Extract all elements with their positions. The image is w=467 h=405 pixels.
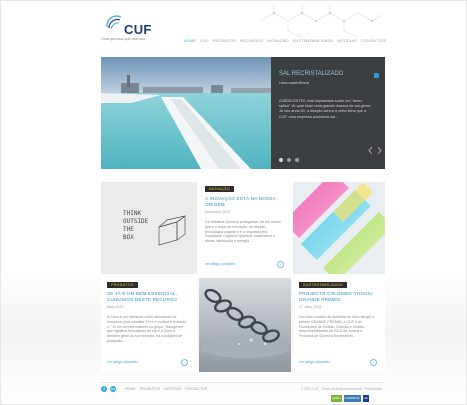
footer-link-contacts[interactable]: CONTACTOS [185,387,207,391]
slider-prev-icon[interactable] [367,146,374,155]
brand-tagline: Uma química que nos une [101,37,146,41]
products-tag: PRODUTOS [107,282,138,288]
footer-link-products[interactable]: PRODUTOS [140,387,160,391]
slider-dot[interactable] [287,158,291,162]
read-more-icon[interactable]: › [277,261,284,268]
test-tubes-image [293,182,385,274]
footer-link-news[interactable]: NOTÍCIAS [164,387,181,391]
molecule-decoration-icon [259,5,383,38]
hero-slider: SAL RECRISTALIZADO Uma experiência A BEN… [101,57,385,169]
slider-dots [279,158,299,162]
products-card[interactable]: PRODUTOS SE JÁ É UM BEM ESSENCIAL, CUIDA… [101,278,197,372]
products-more-link[interactable]: ver artigo completo [107,360,138,364]
products-text: A Cloro é um elemento muito abundante na… [107,315,187,343]
think-line: THE [123,226,134,233]
hero-subtitle: Uma experiência [279,80,310,85]
nav-item-innovation[interactable]: INOVAÇÃO [267,38,288,43]
logo-swirl-icon [106,15,122,30]
innovation-text: Da Indústria Química portuguesa, há um m… [205,220,281,244]
hero-title: SAL RECRISTALIZADO [279,71,344,77]
sustainability-text: Um novo modelo de auditoria de risco ati… [299,315,375,339]
slider-dot[interactable] [295,158,299,162]
think-line: BOX [123,234,134,241]
slider-dot[interactable] [279,158,283,162]
nav-item-resources[interactable]: RECURSOS [240,38,263,43]
compete-badge[interactable]: COMPETE [343,395,361,402]
nav-item-news[interactable]: NOTÍCIAS [337,38,357,43]
innovation-card[interactable]: INOVAÇÃO A INOVAÇÃO ESTÁ NA NOSSA ORIGEM… [199,182,291,274]
main-nav: HOME CUF PRODUTOS RECURSOS INOVAÇÃO SUST… [184,38,386,43]
nav-item-products[interactable]: PRODUTOS [213,38,236,43]
slider-next-icon[interactable] [376,146,383,155]
eu-badge[interactable]: UE [362,395,369,402]
footer-link-home[interactable]: HOME [125,387,136,391]
test-tubes-card[interactable] [293,182,385,274]
think-outside-text: THINK OUTSIDE THE BOX [123,210,148,242]
think-outside-card[interactable]: THINK OUTSIDE THE BOX [101,182,197,274]
products-title[interactable]: SE JÁ É UM BEM ESSENCIAL, CUIDAMOS DESTE… [107,291,189,303]
nav-item-cuf[interactable]: CUF [200,38,208,43]
sustainability-card[interactable]: SUSTENTABILIDADE PROJECTO COLOMBO ATINGI… [293,278,385,372]
nav-item-sustainability[interactable]: SUSTENTABILIDADE [293,38,334,43]
funding-badges: QREN COMPETE UE [331,395,369,402]
read-more-icon[interactable]: › [181,359,188,366]
think-outside-box-image [158,215,186,246]
sustainability-tag: SUSTENTABILIDADE [299,282,348,288]
think-line: THINK [123,210,142,217]
hero-text-panel: SAL RECRISTALIZADO Uma experiência A BEN… [271,57,385,169]
facebook-icon[interactable]: f [101,386,107,392]
think-line: OUTSIDE [123,218,149,225]
sustainability-title[interactable]: PROJECTO COLOMBO ATINGIU GRANDE PRÉMIO [299,291,377,303]
hero-text: A BENDOSTEK está implantada sobre um "do… [279,99,372,119]
products-date: Maio 2013 [107,305,124,309]
footer-nav: HOME PRODUTOS NOTÍCIAS CONTACTOS [125,387,207,391]
chain-water-image [199,278,291,372]
nav-item-contacts[interactable]: CONTACTOS [361,38,386,43]
footer-divider [101,382,385,383]
innovation-title[interactable]: A INOVAÇÃO ESTÁ NA NOSSA ORIGEM [205,196,283,208]
chain-card[interactable] [199,278,291,372]
linkedin-icon[interactable]: in [110,386,116,392]
page: CUF Uma química que nos une HOME CUF PRO… [0,0,467,405]
hero-salt-lake-image [101,57,271,169]
brand-name: CUF [124,22,152,37]
innovation-tag: INOVAÇÃO [205,186,235,192]
read-more-icon[interactable]: › [370,359,377,366]
sustainability-date: 17 Julho 2013 [299,305,321,309]
qren-badge[interactable]: QREN [331,395,342,402]
footer-copyright: © 2013 CUF - Todos os direitos reservado… [301,387,382,391]
sustainability-more-link[interactable]: ver artigo completo [299,360,330,364]
innovation-date: Dezembro 2013 [205,210,230,214]
nav-item-home[interactable]: HOME [184,38,196,43]
innovation-more-link[interactable]: ver artigo completo [205,262,236,266]
hero-indicator-icon [374,73,379,78]
